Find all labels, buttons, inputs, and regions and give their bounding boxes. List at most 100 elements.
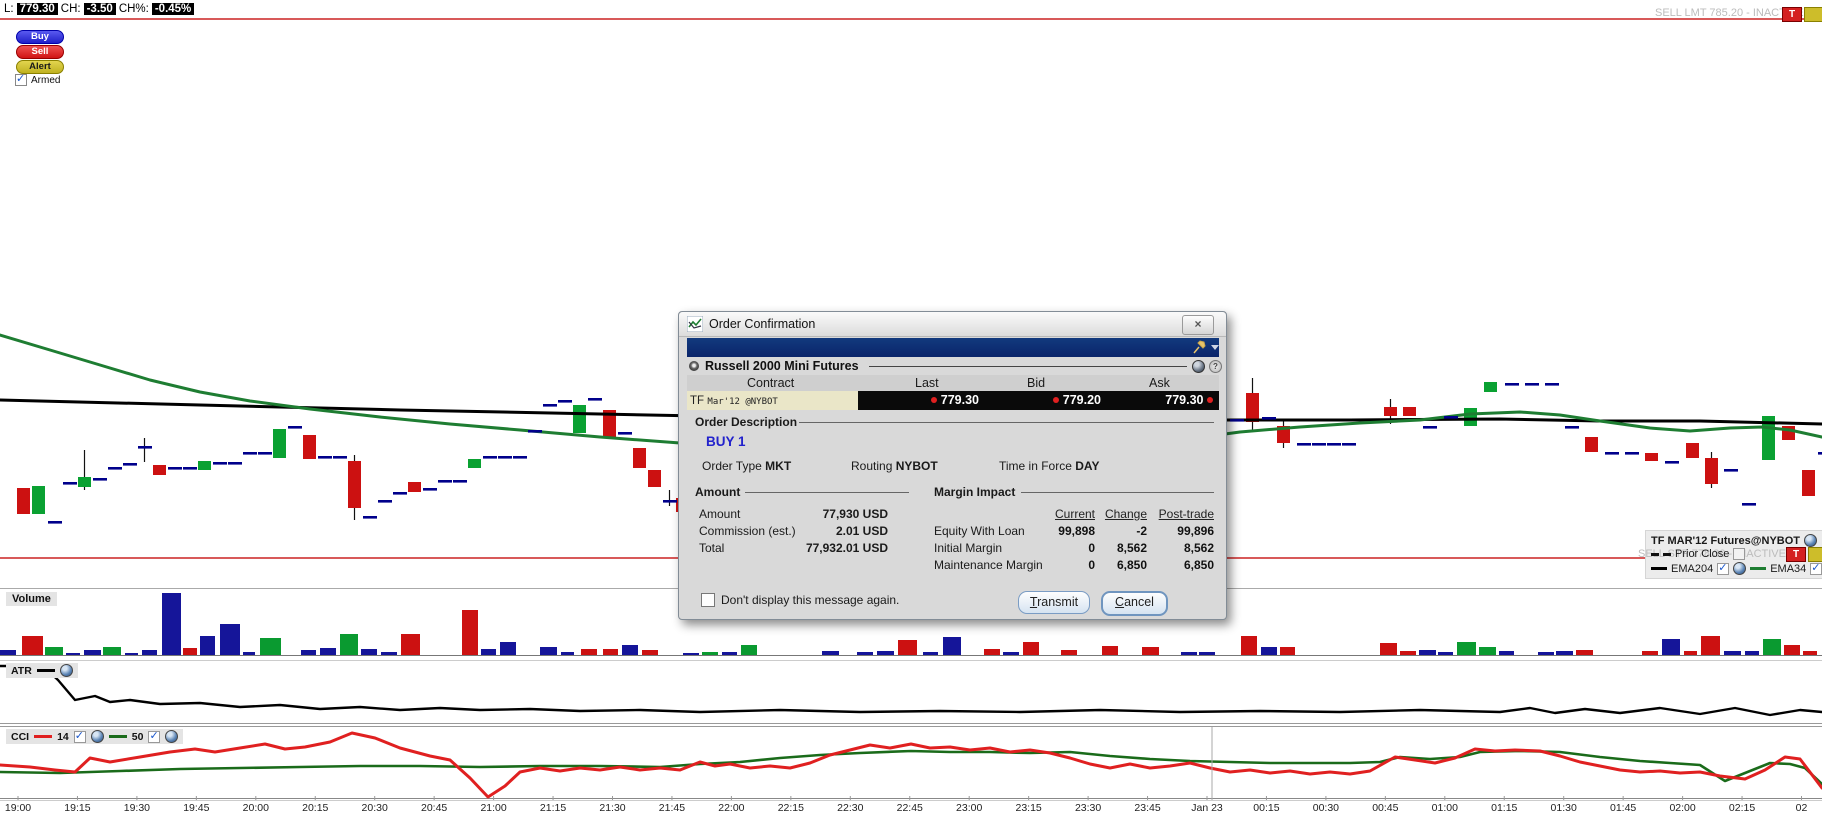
sell-button[interactable]: Sell (16, 45, 64, 59)
initial-margin-posttrade: 8,562 (1183, 541, 1214, 555)
initial-margin-row-label: Initial Margin (934, 541, 1003, 555)
cci50-label: 50 (131, 730, 144, 743)
help-icon[interactable]: ? (1209, 360, 1222, 373)
section-rule (869, 366, 1187, 367)
cci50-line-icon (108, 735, 127, 738)
legend-ema-row: EMA204 ✓ EMA34 ✓ (1651, 562, 1822, 575)
sell-lmt-transmit-badge[interactable]: T (1782, 7, 1802, 22)
last-label: L: (4, 3, 14, 15)
last-price: 779.30 (940, 393, 979, 407)
maintenance-margin-row-label: Maintenance Margin (934, 558, 1043, 572)
maintenance-margin-change: 6,850 (1116, 558, 1147, 572)
check-icon: ✓ (1718, 561, 1728, 574)
dialog-title-bar[interactable]: Order Confirmation × (679, 312, 1226, 337)
time-axis-label: 20:00 (242, 802, 269, 814)
instrument-section-header: Russell 2000 Mini Futures ? (687, 359, 1222, 373)
chevron-down-icon[interactable] (1211, 345, 1219, 350)
maintenance-margin-current: 0 (1088, 558, 1095, 572)
equity-posttrade: 99,896 (1177, 524, 1214, 538)
equity-current: 99,898 (1058, 524, 1095, 538)
buy-button[interactable]: Buy (16, 30, 64, 44)
cci-panel-label: CCI 14 ✓ 50 ✓ (6, 729, 184, 744)
commission-row-label: Commission (est.) (699, 524, 796, 538)
globe-icon[interactable] (90, 730, 104, 743)
legend-ema34-label: EMA34 (1770, 562, 1807, 575)
atr-panel-label: ATR (6, 663, 78, 678)
order-type-row: Order Type MKT (702, 459, 791, 473)
ask-price: 779.30 (1165, 393, 1204, 407)
quote-strip: L: 779.30 CH: -3.50 CH%: -0.45% (4, 2, 195, 16)
sell-stp-quantity-badge[interactable] (1808, 547, 1822, 562)
close-icon[interactable]: × (1182, 315, 1214, 335)
legend-prior-close-row: Prior Close (1651, 548, 1746, 560)
total-row-label: Total (699, 541, 725, 555)
cci50-checkbox[interactable]: ✓ (148, 730, 161, 743)
initial-margin-change: 8,562 (1116, 541, 1147, 555)
atr-label-text: ATR (11, 664, 32, 677)
collapse-orb-icon[interactable] (689, 361, 699, 371)
amount-row-value: 77,930 USD (822, 507, 888, 521)
cci14-checkbox[interactable]: ✓ (73, 729, 86, 743)
time-axis-label: 21:00 (480, 802, 507, 814)
order-type-label: Order Type (702, 459, 762, 473)
time-axis-label: 20:15 (302, 802, 329, 814)
col-ask: Ask (1149, 376, 1170, 390)
equity-change: -2 (1136, 524, 1147, 538)
margin-section-header: Margin Impact (934, 485, 1016, 499)
globe-icon[interactable] (1192, 360, 1205, 373)
time-axis-label: 01:00 (1431, 802, 1458, 814)
routing-value: NYBOT (895, 459, 938, 473)
ema204-checkbox[interactable]: ✓ (1717, 561, 1730, 575)
transmit-button[interactable]: Transmit (1018, 591, 1090, 614)
time-axis-label: 19:15 (64, 802, 91, 814)
ema34-checkbox[interactable]: ✓ (1810, 562, 1822, 575)
change-pct-label: CH%: (118, 3, 149, 15)
sell-lmt-quantity-badge[interactable] (1804, 7, 1822, 22)
maintenance-margin-posttrade: 6,850 (1183, 558, 1214, 572)
globe-icon[interactable] (165, 730, 179, 743)
time-axis-label: 01:15 (1491, 802, 1518, 814)
col-last: Last (915, 376, 939, 390)
margin-col-posttrade: Post-trade (1158, 507, 1214, 521)
time-axis-label: 23:00 (956, 802, 983, 814)
prior-close-checkbox[interactable] (1733, 548, 1746, 560)
time-axis-label: 00:15 (1253, 802, 1280, 814)
legend-ema204-label: EMA204 (1671, 562, 1714, 575)
sell-stp-transmit-badge[interactable]: T (1786, 547, 1806, 562)
change-value: -3.50 (83, 3, 116, 15)
dash-sample-icon (1663, 552, 1671, 556)
legend-instrument-row: TF MAR'12 Futures@NYBOT (1651, 534, 1818, 547)
time-axis-label: 19:45 (183, 802, 210, 814)
time-axis-label: 01:30 (1550, 802, 1577, 814)
globe-icon[interactable] (1733, 562, 1747, 575)
ema204-line-icon (1651, 567, 1667, 570)
pin-icon[interactable] (1192, 340, 1208, 355)
time-axis-label: Jan 23 (1191, 802, 1223, 814)
dont-display-checkbox[interactable] (701, 593, 715, 607)
globe-icon[interactable] (59, 664, 73, 677)
time-axis-label: 00:30 (1312, 802, 1340, 814)
ask-cell: 779.30 (1101, 391, 1219, 410)
time-axis-label: 02:00 (1669, 802, 1696, 814)
armed-label: Armed (31, 74, 61, 86)
time-axis-label: 23:30 (1074, 802, 1102, 814)
last-cell: 779.30 (858, 391, 987, 410)
order-description-header: Order Description (695, 415, 798, 429)
globe-icon[interactable] (1804, 534, 1818, 547)
cancel-button[interactable]: Cancel (1101, 591, 1168, 616)
bid-cell: 779.20 (979, 391, 1109, 410)
time-axis-label: 22:00 (718, 802, 745, 814)
commission-row-value: 2.01 USD (835, 524, 888, 538)
armed-checkbox[interactable]: ✓ (15, 73, 27, 86)
check-icon: ✓ (74, 729, 84, 742)
time-axis-label: 19:00 (4, 802, 32, 814)
time-axis-label: 20:30 (361, 802, 388, 814)
quote-table-row[interactable]: TF Mar'12 @NYBOT 779.30 779.20 779.30 (687, 391, 1219, 410)
section-rule (799, 422, 1214, 423)
cci14-line-icon (34, 735, 53, 738)
last-value: 779.30 (16, 3, 58, 15)
change-pct-value: -0.45% (151, 3, 195, 15)
routing-label: Routing (851, 459, 893, 473)
tif-value: DAY (1075, 459, 1100, 473)
check-icon: ✓ (16, 73, 26, 85)
